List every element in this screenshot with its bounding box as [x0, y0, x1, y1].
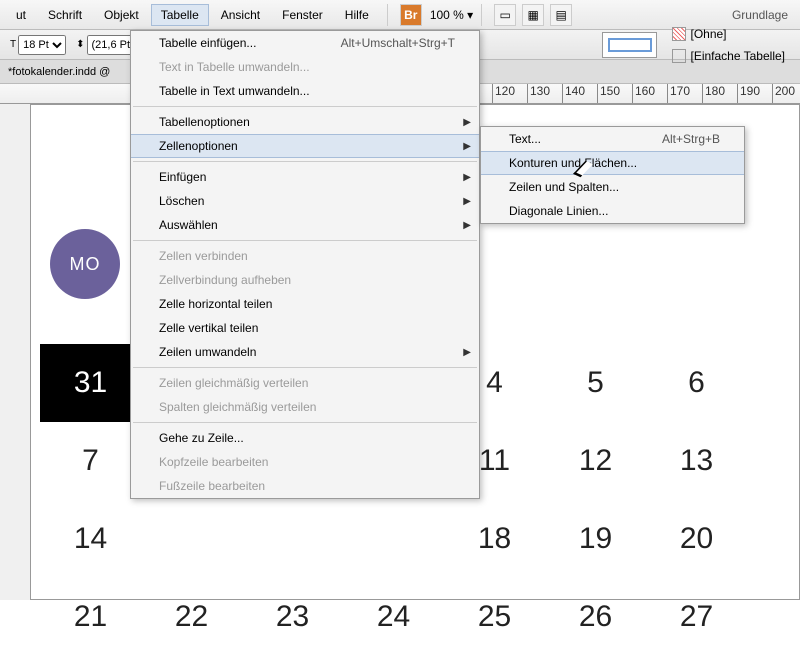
menu-ut[interactable]: ut: [6, 4, 36, 26]
menu-item-label: Tabelle einfügen...: [159, 36, 256, 50]
menu-shortcut: Alt+Umschalt+Strg+T: [311, 36, 455, 50]
menu-item-label: Zeilen umwandeln: [159, 345, 256, 359]
tabelle-menu-item[interactable]: Gehe zu Zeile...: [131, 426, 479, 450]
menu-separator: [133, 422, 477, 423]
calendar-cell: 13: [646, 422, 747, 500]
zellenoptionen-submenu: Text... Alt+Strg+B Konturen und Flächen...…: [480, 126, 745, 224]
calendar-cell: 21: [40, 578, 141, 656]
tabelle-menu-item[interactable]: Zelle vertikal teilen: [131, 316, 479, 340]
menu-ansicht[interactable]: Ansicht: [211, 4, 270, 26]
menu-item-label: Löschen: [159, 194, 204, 208]
submenu-arrow-icon: ▶: [463, 220, 471, 231]
menu-item-label: Gehe zu Zeile...: [159, 431, 244, 445]
menu-item-label: Tabelle in Text umwandeln...: [159, 84, 310, 98]
submenu-arrow-icon: ▶: [463, 141, 471, 152]
calendar-cell: 27: [646, 578, 747, 656]
menu-schrift[interactable]: Schrift: [38, 4, 92, 26]
style-simple[interactable]: [Einfache Tabelle]: [667, 46, 790, 66]
menu-tabelle[interactable]: Tabelle: [151, 4, 209, 26]
calendar-cell: 12: [545, 422, 646, 500]
tabelle-menu-item: Spalten gleichmäßig verteilen: [131, 395, 479, 419]
menu-item-label: Zelle horizontal teilen: [159, 297, 272, 311]
view-mode-2[interactable]: ▦: [522, 4, 544, 26]
menu-item-label: Fußzeile bearbeiten: [159, 479, 265, 493]
tabelle-menu-item[interactable]: Zellenoptionen ▶: [131, 134, 479, 158]
menu-item-label: Einfügen: [159, 170, 206, 184]
calendar-cell: [141, 500, 242, 578]
submenu-arrow-icon: ▶: [463, 117, 471, 128]
zellenoptionen-item[interactable]: Diagonale Linien...: [481, 199, 744, 223]
menu-item-label: Konturen und Flächen...: [509, 156, 637, 170]
menu-separator: [133, 106, 477, 107]
separator: [387, 4, 388, 26]
menu-item-label: Spalten gleichmäßig verteilen: [159, 400, 316, 414]
menu-separator: [133, 240, 477, 241]
tabelle-menu-item: Text in Tabelle umwandeln...: [131, 55, 479, 79]
menu-item-label: Zellverbindung aufheben: [159, 273, 291, 287]
calendar-cell: 26: [545, 578, 646, 656]
calendar-cell: 18: [444, 500, 545, 578]
menu-item-label: Zeilen gleichmäßig verteilen: [159, 376, 308, 390]
calendar-cell: 6: [646, 344, 747, 422]
menu-shortcut: Alt+Strg+B: [632, 132, 720, 146]
menu-item-label: Tabellenoptionen: [159, 115, 250, 129]
menu-fenster[interactable]: Fenster: [272, 4, 333, 26]
zellenoptionen-item[interactable]: Text... Alt+Strg+B: [481, 127, 744, 151]
menu-item-label: Zelle vertikal teilen: [159, 321, 258, 335]
menu-item-label: Auswählen: [159, 218, 218, 232]
calendar-cell: 23: [242, 578, 343, 656]
tabelle-menu-item: Zellverbindung aufheben: [131, 268, 479, 292]
menu-hilfe[interactable]: Hilfe: [335, 4, 379, 26]
tabelle-menu-item: Fußzeile bearbeiten: [131, 474, 479, 498]
zellenoptionen-item[interactable]: Zeilen und Spalten...: [481, 175, 744, 199]
calendar-cell: 31: [40, 344, 141, 422]
view-mode-1[interactable]: ▭: [494, 4, 516, 26]
submenu-arrow-icon: ▶: [463, 347, 471, 358]
calendar-cell: 25: [444, 578, 545, 656]
weekday-badge: MO: [50, 229, 120, 299]
tabelle-menu-item[interactable]: Tabellenoptionen ▶: [131, 110, 479, 134]
workspace-label[interactable]: Grundlage: [732, 8, 794, 22]
zoom-level[interactable]: 100 % ▾: [430, 8, 473, 22]
tabelle-menu-item: Zeilen gleichmäßig verteilen: [131, 371, 479, 395]
tabelle-menu-item[interactable]: Löschen ▶: [131, 189, 479, 213]
submenu-arrow-icon: ▶: [463, 196, 471, 207]
tabelle-menu-item[interactable]: Tabelle einfügen... Alt+Umschalt+Strg+T: [131, 31, 479, 55]
tabelle-menu-item: Zellen verbinden: [131, 244, 479, 268]
style-none[interactable]: [Ohne]: [667, 24, 790, 44]
calendar-cell: 14: [40, 500, 141, 578]
tabelle-menu-item: Kopfzeile bearbeiten: [131, 450, 479, 474]
calendar-cell: [242, 500, 343, 578]
menu-item-label: Zellenoptionen: [159, 139, 238, 153]
menu-item-label: Kopfzeile bearbeiten: [159, 455, 268, 469]
tabelle-menu-item[interactable]: Tabelle in Text umwandeln...: [131, 79, 479, 103]
separator: [481, 4, 482, 26]
tabelle-menu: Tabelle einfügen... Alt+Umschalt+Strg+TTe…: [130, 30, 480, 499]
menu-item-label: Zellen verbinden: [159, 249, 248, 263]
calendar-cell: 19: [545, 500, 646, 578]
font-size-field[interactable]: T 18 Pt: [10, 35, 66, 55]
bridge-button[interactable]: Br: [400, 4, 422, 26]
menu-item-label: Diagonale Linien...: [509, 204, 608, 218]
menu-item-label: Zeilen und Spalten...: [509, 180, 619, 194]
tabelle-menu-item[interactable]: Zeilen umwandeln ▶: [131, 340, 479, 364]
tabelle-menu-item[interactable]: Auswählen ▶: [131, 213, 479, 237]
tabelle-menu-item[interactable]: Einfügen ▶: [131, 165, 479, 189]
menu-separator: [133, 161, 477, 162]
menu-objekt[interactable]: Objekt: [94, 4, 149, 26]
tabelle-menu-item[interactable]: Zelle horizontal teilen: [131, 292, 479, 316]
view-mode-3[interactable]: ▤: [550, 4, 572, 26]
calendar-cell: 7: [40, 422, 141, 500]
menu-item-label: Text...: [509, 132, 541, 146]
calendar-cell: 5: [545, 344, 646, 422]
menu-separator: [133, 367, 477, 368]
calendar-cell: 24: [343, 578, 444, 656]
cell-preview[interactable]: [602, 32, 657, 58]
menu-item-label: Text in Tabelle umwandeln...: [159, 60, 310, 74]
submenu-arrow-icon: ▶: [463, 172, 471, 183]
calendar-cell: 22: [141, 578, 242, 656]
calendar-cell: [343, 500, 444, 578]
calendar-cell: 20: [646, 500, 747, 578]
zellenoptionen-item[interactable]: Konturen und Flächen...: [481, 151, 744, 175]
